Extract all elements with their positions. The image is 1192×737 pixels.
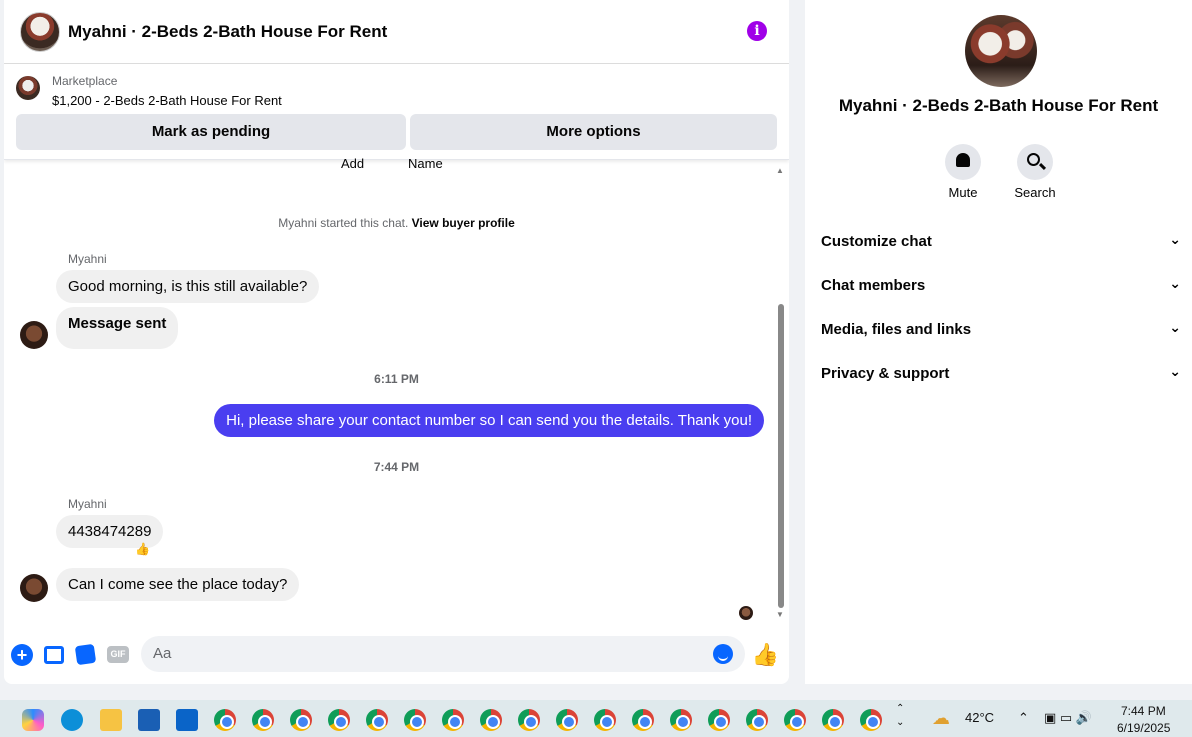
sender-avatar[interactable] xyxy=(20,574,48,602)
mute-action[interactable]: Mute xyxy=(928,144,998,200)
plus-icon[interactable]: + xyxy=(11,644,33,666)
search-action[interactable]: Search xyxy=(1000,144,1070,200)
message-list[interactable]: Add Name Myahni started this chat. View … xyxy=(4,156,789,626)
chrome-icon[interactable] xyxy=(746,709,768,731)
listing-thumbnail[interactable] xyxy=(16,76,40,100)
sender-name: Myahni xyxy=(68,497,107,511)
clock-date[interactable]: 6/19/2025 xyxy=(1117,721,1170,735)
file-explorer-icon[interactable] xyxy=(100,709,122,731)
details-panel: Myahni · 2-Beds 2-Bath House For Rent Mu… xyxy=(805,0,1192,684)
copilot-icon[interactable] xyxy=(22,709,44,731)
listing-avatar[interactable] xyxy=(20,11,60,52)
section-media-files-links[interactable]: Media, files and links ⌄ xyxy=(821,319,1181,338)
photo-icon[interactable] xyxy=(44,646,64,664)
chevron-down-icon: ⌄ xyxy=(1169,275,1181,291)
emoji-icon[interactable] xyxy=(713,644,733,664)
scrollbar-thumb[interactable] xyxy=(778,304,784,608)
cutoff-text-name: Name xyxy=(408,156,443,171)
message-bubble[interactable]: Good morning, is this still available? xyxy=(56,270,320,303)
sticker-icon[interactable] xyxy=(74,643,97,666)
info-icon[interactable]: i xyxy=(747,21,767,41)
chat-header: Myahni · 2-Beds 2-Bath House For Rent i xyxy=(4,0,789,64)
scroll-down-arrow-icon[interactable]: ▼ xyxy=(775,610,785,619)
sender-avatar[interactable] xyxy=(20,321,48,349)
section-chat-members[interactable]: Chat members ⌄ xyxy=(821,275,1181,294)
store-icon[interactable] xyxy=(138,709,160,731)
show-hidden-icons-icon[interactable]: ⌃ xyxy=(1018,710,1029,726)
chrome-icon[interactable] xyxy=(822,709,844,731)
message-bubble[interactable]: Message sent xyxy=(56,307,179,349)
chrome-icon[interactable] xyxy=(556,709,578,731)
mute-label: Mute xyxy=(948,185,978,200)
outlook-icon[interactable] xyxy=(176,709,198,731)
message-bubble[interactable]: Can I come see the place today? xyxy=(56,568,300,601)
taskbar: ⌃ ⌄ ☁ 42°C ⌃ ▣ ▭ 🔊 7:44 PM 6/19/2025 xyxy=(0,700,1192,737)
chevron-down-icon: ⌄ xyxy=(1169,319,1181,335)
clock-time[interactable]: 7:44 PM xyxy=(1121,704,1166,718)
chat-panel: Myahni · 2-Beds 2-Bath House For Rent i … xyxy=(4,0,789,684)
chat-started-notice: Myahni started this chat. View buyer pro… xyxy=(4,216,789,230)
scrollbar[interactable]: ▲ ▼ xyxy=(775,166,785,619)
edge-icon[interactable] xyxy=(61,709,83,731)
system-tray-icons[interactable]: ▣ ▭ 🔊 xyxy=(1044,710,1092,726)
chrome-icon[interactable] xyxy=(518,709,540,731)
view-buyer-profile-link[interactable]: View buyer profile xyxy=(412,216,515,230)
my-message-bubble[interactable]: Hi, please share your contact number so … xyxy=(214,404,764,437)
timestamp: 7:44 PM xyxy=(373,460,420,474)
chrome-icon[interactable] xyxy=(708,709,730,731)
chrome-icon[interactable] xyxy=(480,709,502,731)
section-privacy-support[interactable]: Privacy & support ⌄ xyxy=(821,363,1181,382)
listing-price-title[interactable]: $1,200 - 2-Beds 2-Bath House For Rent xyxy=(52,93,282,108)
chrome-icon[interactable] xyxy=(252,709,274,731)
chrome-icon[interactable] xyxy=(860,709,882,731)
seen-avatar xyxy=(739,606,753,620)
chevron-down-icon: ⌄ xyxy=(1169,231,1181,247)
chevron-down-icon: ⌄ xyxy=(1169,363,1181,379)
marketplace-banner: Marketplace $1,200 - 2-Beds 2-Bath House… xyxy=(4,64,789,160)
chrome-icon[interactable] xyxy=(404,709,426,731)
sender-name: Myahni xyxy=(68,252,107,266)
section-customize-chat[interactable]: Customize chat ⌄ xyxy=(821,231,1181,250)
thumbs-up-reaction-icon[interactable]: 👍 xyxy=(135,542,150,556)
chat-title[interactable]: Myahni · 2-Beds 2-Bath House For Rent xyxy=(68,22,387,42)
marketplace-label: Marketplace xyxy=(52,74,118,88)
weather-icon[interactable]: ☁ xyxy=(932,708,950,729)
chrome-icon[interactable] xyxy=(784,709,806,731)
started-text: Myahni started this chat. xyxy=(278,216,409,230)
mark-as-pending-button[interactable]: Mark as pending xyxy=(16,114,406,150)
chrome-icon[interactable] xyxy=(366,709,388,731)
timestamp: 6:11 PM xyxy=(374,372,419,386)
chrome-icon[interactable] xyxy=(214,709,236,731)
chrome-icon[interactable] xyxy=(594,709,616,731)
message-input[interactable]: Aa xyxy=(141,636,745,672)
cutoff-text-add: Add xyxy=(341,156,365,171)
chrome-icon[interactable] xyxy=(670,709,692,731)
thumbs-up-icon[interactable]: 👍 xyxy=(752,642,779,668)
chrome-icon[interactable] xyxy=(290,709,312,731)
chrome-icon[interactable] xyxy=(632,709,654,731)
more-options-button[interactable]: More options xyxy=(410,114,777,150)
composer: + GIF Aa 👍 xyxy=(4,630,789,678)
message-placeholder: Aa xyxy=(153,645,172,662)
scroll-up-arrow-icon[interactable]: ▲ xyxy=(775,166,785,175)
details-title: Myahni · 2-Beds 2-Bath House For Rent xyxy=(838,96,1159,115)
temperature[interactable]: 42°C xyxy=(965,710,994,725)
profile-avatar[interactable] xyxy=(965,15,1037,87)
chrome-icon[interactable] xyxy=(442,709,464,731)
bell-icon xyxy=(956,153,970,167)
gif-icon[interactable]: GIF xyxy=(107,646,129,663)
search-icon xyxy=(1027,153,1040,166)
chrome-icon[interactable] xyxy=(328,709,350,731)
taskbar-overflow-arrows-icon[interactable]: ⌃ ⌄ xyxy=(896,702,904,730)
search-label: Search xyxy=(1014,185,1056,200)
